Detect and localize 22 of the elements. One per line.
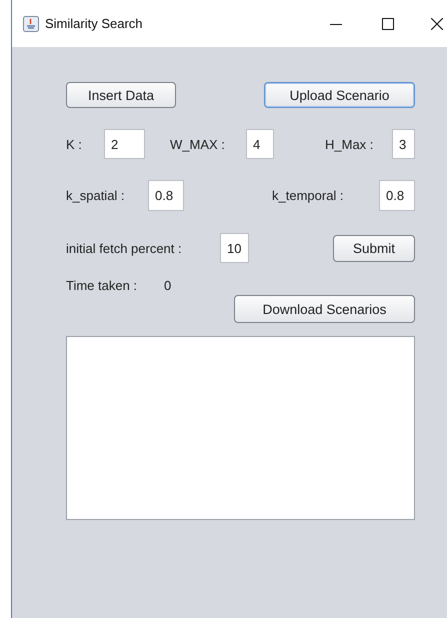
- action-button[interactable]: Upload Scenario: [264, 82, 415, 108]
- field-label: k_temporal :: [272, 188, 345, 203]
- app-icon: [23, 16, 39, 32]
- input-field[interactable]: 0.8: [379, 180, 415, 211]
- submit-button[interactable]: Submit: [333, 234, 415, 262]
- input-field[interactable]: 10: [220, 233, 249, 263]
- field-label: k_spatial :: [66, 188, 126, 203]
- window-title: Similarity Search: [45, 16, 144, 31]
- input-field[interactable]: 2: [104, 129, 145, 159]
- field-label: Time taken :: [66, 278, 138, 292]
- field-label: K :: [66, 136, 83, 152]
- field-label: W_MAX :: [170, 136, 226, 152]
- input-field[interactable]: 0.8: [148, 180, 184, 211]
- close-icon[interactable]: [431, 18, 443, 30]
- field-label: H_Max :: [325, 136, 374, 152]
- input-field[interactable]: 3: [392, 129, 415, 159]
- download-button[interactable]: Download Scenarios: [234, 295, 415, 323]
- time-value: 0: [164, 278, 172, 292]
- input-field[interactable]: 4: [246, 129, 274, 159]
- field-label: initial fetch percent :: [66, 240, 183, 256]
- maximize-icon[interactable]: [382, 18, 394, 30]
- action-button[interactable]: Insert Data: [66, 82, 176, 108]
